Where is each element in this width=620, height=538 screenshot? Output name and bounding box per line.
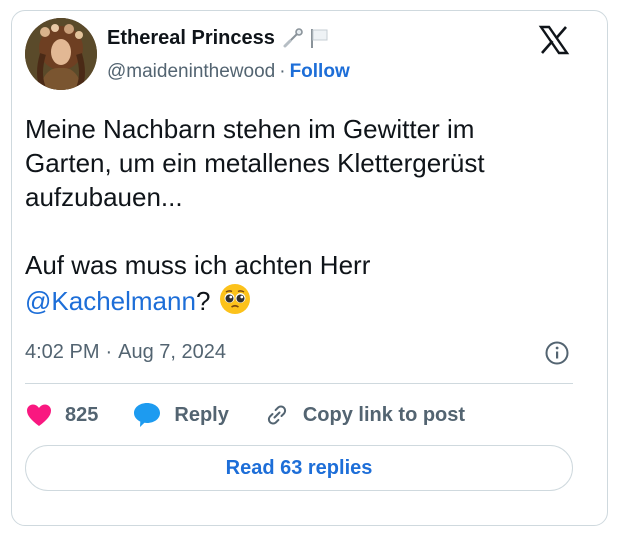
mention-link[interactable]: @Kachelmann (25, 286, 196, 316)
author-name-row: Ethereal Princess (107, 26, 331, 50)
avatar[interactable] (25, 18, 97, 90)
tweet-line: Meine Nachbarn stehen im Gewitter im (25, 114, 475, 144)
tweet-time[interactable]: 4:02 PM (25, 341, 99, 364)
reply-label: Reply (174, 403, 229, 426)
author-handle[interactable]: @maideninthewood (107, 61, 275, 83)
tweet-line: Auf was muss ich achten Herr (25, 250, 371, 280)
action-bar: 825 Reply Copy link to post (25, 400, 499, 430)
author-badges (281, 26, 331, 50)
author-display-name[interactable]: Ethereal Princess (107, 27, 275, 50)
tweet-meta: 4:02 PM · Aug 7, 2024 (25, 341, 226, 364)
white-flag-icon (310, 29, 328, 48)
reply-button[interactable]: Reply (132, 401, 229, 429)
tweet-date[interactable]: Aug 7, 2024 (118, 341, 226, 364)
tweet-line: aufzubauen... (25, 182, 183, 212)
copy-link-label: Copy link to post (302, 403, 466, 426)
info-icon[interactable] (544, 340, 570, 366)
reply-bubble-icon (134, 403, 161, 427)
author-handle-row: @maideninthewood · Follow (107, 61, 350, 83)
heart-icon (27, 404, 51, 426)
divider (25, 383, 573, 384)
tweet-line: Garten, um ein metallenes Klettergerüst (25, 148, 485, 178)
x-logo-icon[interactable] (538, 24, 570, 56)
like-count: 825 (65, 403, 99, 426)
meta-separator: · (105, 341, 113, 363)
pleading-face-emoji (219, 284, 250, 314)
like-button[interactable]: 825 (25, 402, 98, 428)
tweet-line-mention: @Kachelmann? (25, 282, 585, 318)
read-replies-button[interactable]: Read 63 replies (25, 445, 573, 491)
handle-separator: · (279, 61, 286, 82)
link-icon (267, 405, 286, 425)
tweet-text: Meine Nachbarn stehen im Gewitter im Gar… (25, 112, 585, 318)
tweet-suffix: ? (195, 286, 211, 316)
follow-button[interactable]: Follow (290, 61, 350, 83)
copy-link-button[interactable]: Copy link to post (263, 401, 465, 429)
safety-pin-icon (283, 28, 303, 48)
